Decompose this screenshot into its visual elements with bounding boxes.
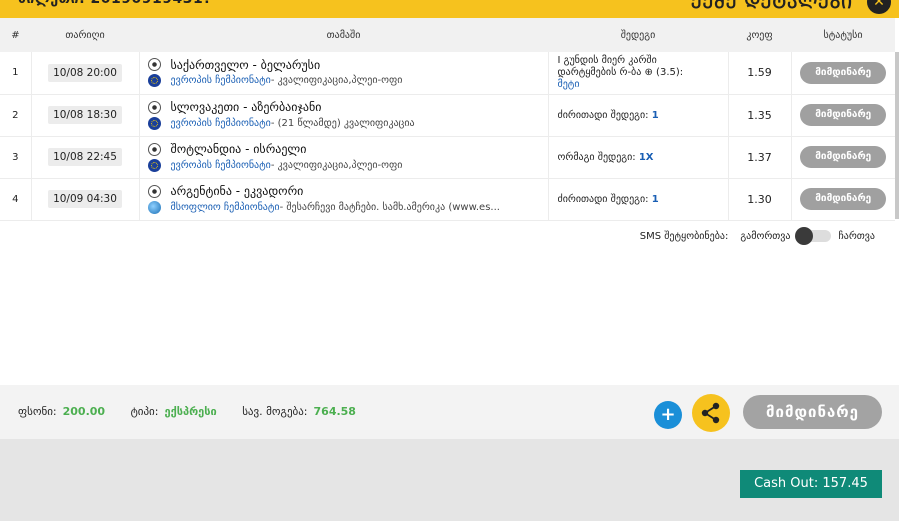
status-badge: მიმდინარე [800, 146, 887, 168]
footer-bar: Cash Out: 157.45 [0, 439, 899, 521]
league-stage: - (21 წლამდე) კვალიფიკაცია [270, 117, 415, 129]
league-stage: - შესარჩევი მატჩები. სამხ.ამერიკა (www.e… [279, 201, 500, 213]
stake-label: ფსონი: [18, 405, 57, 418]
header-number: # [0, 18, 31, 52]
sms-label: SMS შეტყობინება: [639, 230, 729, 242]
match-teams: სლოვაკეთი - აზერბაიჯანი [170, 100, 322, 114]
league-link[interactable]: ევროპის ჩემპიონატი [171, 160, 271, 171]
outcome-cell: I გუნდის მიერ კარში დარტყმების რ-ბა ⊕ (3… [548, 52, 729, 95]
table-row: 3 10/08 22:45 შოტლანდია - ისრაელი ევროპი… [0, 136, 895, 179]
game-cell: საქართველო - ბელარუსი ევროპის ჩემპიონატი… [139, 52, 549, 95]
odds-value: 1.59 [728, 52, 792, 95]
outcome-label: ორმაგი შედეგი: [557, 151, 636, 163]
share-icon [701, 402, 720, 424]
game-cell: არგენტინა - ეკვადორი მსოფლიო ჩემპიონატი … [139, 178, 549, 221]
scrollbar[interactable] [895, 52, 899, 219]
game-cell: სლოვაკეთი - აზერბაიჯანი ევროპის ჩემპიონა… [139, 94, 549, 137]
football-icon [147, 184, 161, 198]
sms-off-label[interactable]: გამორთვა [740, 231, 790, 242]
football-icon [147, 58, 161, 72]
table-row: 4 10/09 04:30 არგენტინა - ეკვადორი მსოფლ… [0, 178, 895, 221]
type-value: ექსპრესი [164, 405, 217, 418]
football-icon [147, 142, 161, 156]
match-date: 10/09 04:30 [48, 190, 122, 208]
sms-toggle[interactable] [794, 227, 831, 245]
odds-value: 1.35 [728, 94, 792, 137]
status-badge: მიმდინარე [800, 104, 887, 126]
table-row: 1 10/08 20:00 საქართველო - ბელარუსი ევრო… [0, 52, 895, 95]
outcome-value: 1 [651, 193, 659, 205]
match-date: 10/08 18:30 [48, 106, 122, 124]
league-link[interactable]: ევროპის ჩემპიონატი [171, 118, 271, 129]
league-link[interactable]: მსოფლიო ჩემპიონატი [171, 202, 280, 213]
type-label: ტიპი: [130, 405, 159, 418]
outcome-label: I გუნდის მიერ კარში [557, 54, 657, 66]
match-date: 10/08 20:00 [48, 63, 122, 82]
header-outcome: შედეგი [548, 18, 728, 52]
league-stage: - კვალიფიკაცია,პლეი-ოფი [270, 159, 403, 171]
match-teams: შოტლანდია - ისრაელი [170, 142, 307, 156]
stake-value: 200.00 [62, 405, 106, 418]
odds-value: 1.30 [728, 178, 792, 221]
outcome-cell: ძირითადი შედეგი: 1 [548, 94, 729, 137]
outcome-label-2: დარტყმების რ-ბა ⊕ (3.5): [557, 66, 684, 78]
match-teams: არგენტინა - ეკვადორი [170, 184, 304, 198]
status-badge: მიმდინარე [800, 188, 887, 210]
close-icon[interactable]: ✕ [867, 0, 891, 14]
row-number: 1 [0, 52, 32, 95]
league-link[interactable]: ევროპის ჩემპიონატი [171, 75, 271, 86]
eu-flag-icon [147, 74, 161, 88]
league-stage: - კვალიფიკაცია,პლეი-ოფი [270, 75, 403, 87]
share-button[interactable] [692, 394, 730, 432]
cash-out-button[interactable]: Cash Out: 157.45 [740, 470, 882, 498]
ticket-details-title: ᲔᲔᲛᲔ ᲓᲔᲢᲐᲚᲔᲑᲘ [691, 0, 853, 13]
summary-info: ფსონი: 200.00 ტიპი: ექსპრესი სავ. მოგება: 7… [18, 405, 378, 418]
outcome-value: 1 [651, 109, 659, 121]
top-bar: ბილეთი: 20190919431? ᲔᲔᲛᲔ ᲓᲔᲢᲐᲚᲔᲑᲘ ✕ [0, 0, 899, 18]
row-number: 3 [0, 136, 32, 179]
possible-win-label: სავ. მოგება: [242, 405, 308, 418]
outcome-label: ძირითადი შედეგი: [557, 109, 649, 121]
possible-win-value: 764.58 [313, 405, 356, 418]
globe-icon [147, 200, 161, 214]
bets-table: # თარიღი თამაში შედეგი კოეფ სტატუსი 1 10… [0, 18, 895, 221]
match-teams: საქართველო - ბელარუსი [170, 57, 321, 72]
add-button[interactable]: + [654, 401, 682, 429]
eu-flag-icon [147, 158, 161, 172]
status-badge: მიმდინარე [800, 61, 887, 84]
header-odds: კოეფ [728, 18, 791, 52]
outcome-label: ძირითადი შედეგი: [557, 193, 649, 205]
header-status: სტატუსი [791, 18, 895, 52]
odds-value: 1.37 [728, 136, 792, 179]
header-game: თამაში [139, 18, 548, 52]
outcome-value: მეტი [557, 78, 580, 90]
sms-notification-row: SMS შეტყობინება: გამორთვა ჩართვა [639, 227, 875, 245]
outcome-cell: ორმაგი შედეგი: 1X [548, 136, 729, 179]
game-cell: შოტლანდია - ისრაელი ევროპის ჩემპიონატი -… [139, 136, 549, 179]
table-header-row: # თარიღი თამაში შედეგი კოეფ სტატუსი [0, 18, 895, 52]
ticket-summary: ფსონი: 200.00 ტიპი: ექსპრესი სავ. მოგება: 7… [0, 385, 899, 439]
ticket-status-button[interactable]: მიმდინარე [743, 395, 882, 429]
header-date: თარიღი [31, 18, 139, 52]
table-row: 2 10/08 18:30 სლოვაკეთი - აზერბაიჯანი ევ… [0, 94, 895, 137]
football-icon [147, 100, 161, 114]
row-number: 4 [0, 178, 32, 221]
outcome-value: 1X [638, 151, 654, 163]
match-date: 10/08 22:45 [48, 148, 122, 166]
ticket-id: ბილეთი: 20190919431? [18, 0, 212, 7]
eu-flag-icon [147, 116, 161, 130]
toggle-knob [794, 227, 813, 245]
sms-on-label[interactable]: ჩართვა [839, 231, 875, 242]
row-number: 2 [0, 94, 32, 137]
outcome-cell: ძირითადი შედეგი: 1 [548, 178, 729, 221]
